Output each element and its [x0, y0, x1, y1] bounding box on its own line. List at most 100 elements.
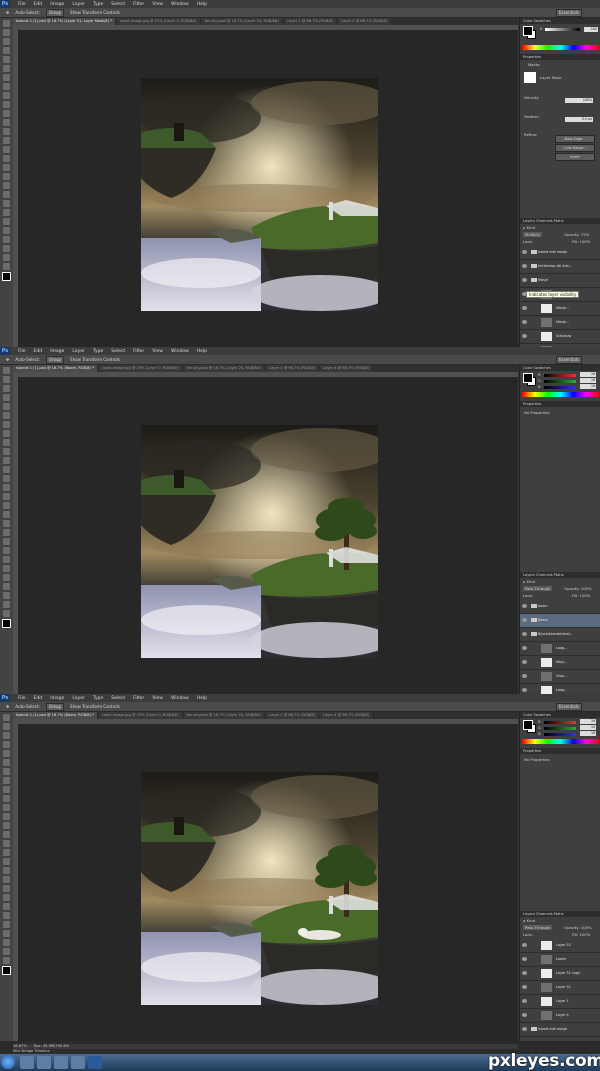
color-range-button[interactable]: Color Range... [555, 144, 595, 152]
invert-button[interactable]: Invert [555, 153, 595, 161]
visibility-eye-icon[interactable] [522, 334, 527, 338]
tool-icon[interactable] [3, 858, 10, 865]
tool-icon[interactable] [3, 957, 10, 964]
color-tab-label[interactable]: Color Swatches [523, 19, 551, 23]
feather-field[interactable]: 0.0 px [565, 117, 593, 122]
tool-icon[interactable] [3, 254, 10, 261]
visibility-eye-icon[interactable] [522, 957, 527, 961]
photoshop-taskbar-icon[interactable] [88, 1056, 102, 1069]
show-transform-checkbox[interactable]: Show Transform Controls [70, 355, 120, 364]
properties-tab-label[interactable]: Properties [523, 749, 541, 753]
document-tab[interactable]: Layer 4 @ 66.7% (RGB/8) [338, 18, 391, 25]
tool-icon[interactable] [3, 768, 10, 775]
tool-icon[interactable] [3, 457, 10, 464]
document-tab[interactable]: Layer 1 @ 66.7% (RGB/8) [284, 18, 337, 25]
tool-icon[interactable] [3, 732, 10, 739]
tool-icon[interactable] [3, 795, 10, 802]
visibility-eye-icon[interactable] [522, 264, 527, 268]
kind-filter[interactable]: ρ Kind [523, 225, 535, 230]
layer-name[interactable]: hertenkop stil 4da... [538, 1037, 572, 1041]
color-spectrum-bar[interactable] [522, 45, 599, 50]
layer-name[interactable]: Laaim [556, 953, 566, 966]
visibility-eye-icon[interactable] [522, 943, 527, 947]
tool-icon[interactable] [3, 101, 10, 108]
layer-name[interactable]: Laag... [556, 642, 567, 655]
color-spectrum-bar[interactable] [522, 739, 599, 744]
layer-row[interactable]: Layer 52 [520, 939, 600, 953]
g-channel-slider[interactable] [544, 380, 576, 383]
foreground-color-icon[interactable] [2, 619, 11, 628]
tool-icon[interactable] [3, 119, 10, 126]
zoom-level[interactable]: 16.67% [13, 1044, 27, 1048]
layer-row[interactable]: Grou... [520, 670, 600, 684]
workspace-dropdown[interactable]: Essentials [556, 9, 583, 17]
tool-icon[interactable] [3, 885, 10, 892]
document-canvas[interactable] [141, 78, 391, 311]
tool-icon[interactable] [3, 421, 10, 428]
tool-icon[interactable] [3, 65, 10, 72]
layer-name[interactable]: Masje... [556, 302, 569, 315]
tool-icon[interactable] [3, 574, 10, 581]
layer-row[interactable]: Laag... [520, 642, 600, 656]
layer-name[interactable]: Layer 52 [556, 939, 571, 952]
opacity-field[interactable]: Opacity: 100% [564, 586, 592, 591]
document-tab[interactable]: Layer 1 @ 66.7% (RGB/8) [266, 712, 319, 719]
tool-icon[interactable] [3, 92, 10, 99]
tool-icon[interactable] [3, 741, 10, 748]
tool-icon[interactable] [3, 804, 10, 811]
g-value-field[interactable]: 19 [580, 725, 596, 730]
tool-icon[interactable] [3, 813, 10, 820]
auto-select-dropdown[interactable]: Group [45, 356, 65, 364]
blend-mode-dropdown[interactable]: Pass Through [523, 586, 553, 591]
document-tab[interactable]: Islands 1 (1).psd @ 16.7% (Boom, RGB/8) … [13, 365, 97, 372]
tool-icon[interactable] [3, 475, 10, 482]
color-panel-tabs[interactable]: Color Swatches [520, 365, 600, 371]
properties-panel-tab[interactable]: Properties [520, 748, 600, 754]
visibility-eye-icon[interactable] [522, 250, 527, 254]
document-tab[interactable]: Islands 1 (1).psd @ 16.7% (Layer 51, Lay… [13, 18, 115, 25]
visibility-eye-icon[interactable] [522, 688, 527, 692]
document-tab[interactable]: coast-image.jpg @ 25% (Layer 0, RGB/8#) [98, 365, 182, 372]
tool-icon[interactable] [3, 556, 10, 563]
tool-icon[interactable] [3, 493, 10, 500]
properties-tab-label[interactable]: Properties [523, 55, 541, 59]
document-tab[interactable]: Layer 4 @ 66.7% (RGB/8) [320, 712, 373, 719]
tool-icon[interactable] [3, 876, 10, 883]
auto-select-label[interactable]: Auto-Select: [15, 8, 40, 17]
properties-tab-label[interactable]: Properties [523, 402, 541, 406]
tool-icon[interactable] [3, 200, 10, 207]
color-spectrum-bar[interactable] [522, 392, 599, 397]
move-tool-icon[interactable]: ✥ [6, 355, 9, 364]
tool-icon[interactable] [3, 565, 10, 572]
tool-icon[interactable] [3, 191, 10, 198]
auto-select-dropdown[interactable]: Group [45, 703, 65, 711]
document-tab[interactable]: Layer 4 @ 66.7% (RGB/8) [320, 365, 373, 372]
tool-icon[interactable] [3, 137, 10, 144]
tool-icon[interactable] [3, 930, 10, 937]
document-tab[interactable]: Layer 1 @ 66.7% (RGB/8) [266, 365, 319, 372]
tool-icon[interactable] [3, 245, 10, 252]
layer-group-row[interactable]: hertenkop stil 4da... [520, 260, 600, 274]
tool-icon[interactable] [3, 367, 10, 374]
g-channel-slider[interactable] [544, 727, 576, 730]
visibility-eye-icon[interactable] [522, 604, 527, 608]
tool-icon[interactable] [3, 714, 10, 721]
tool-icon[interactable] [3, 227, 10, 234]
document-tab[interactable]: the-tiny.psd @ 16.7% (Layer 24, RGB/8#) [183, 712, 265, 719]
tool-icon[interactable] [3, 430, 10, 437]
tool-icon[interactable] [3, 903, 10, 910]
visibility-eye-icon[interactable] [522, 971, 527, 975]
visibility-eye-icon[interactable] [522, 1027, 527, 1031]
layer-row[interactable]: Layer 4 [520, 1009, 600, 1023]
tool-icon[interactable] [3, 218, 10, 225]
document-tab[interactable]: coast-image.jpg @ 25% (Layer 0, RGB/8#) [116, 18, 200, 25]
tool-icon[interactable] [3, 921, 10, 928]
color-tab-label[interactable]: Color Swatches [523, 366, 551, 370]
tool-icon[interactable] [3, 385, 10, 392]
tool-icon[interactable] [3, 236, 10, 243]
workspace-dropdown[interactable]: Essentials [556, 356, 583, 364]
visibility-eye-icon[interactable] [522, 985, 527, 989]
tool-icon[interactable] [3, 723, 10, 730]
tool-icon[interactable] [3, 592, 10, 599]
taskbar-app-icon[interactable] [37, 1056, 51, 1069]
